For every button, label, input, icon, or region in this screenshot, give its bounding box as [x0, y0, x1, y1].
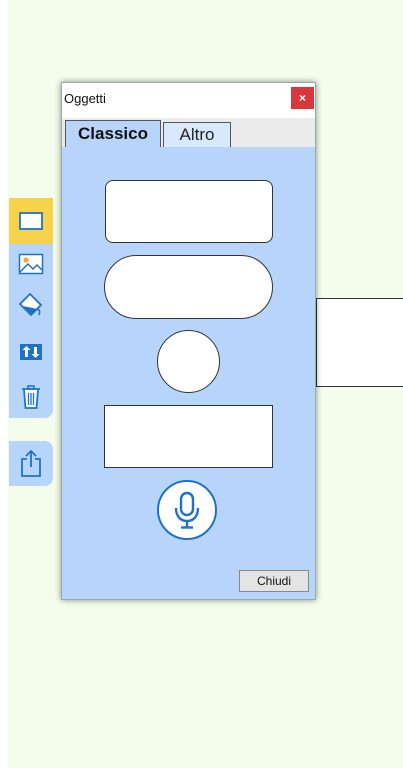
rounded-rectangle-shape[interactable]	[105, 180, 273, 243]
close-button[interactable]: ×	[291, 87, 314, 109]
left-toolbar	[9, 198, 53, 418]
chiudi-button[interactable]: Chiudi	[239, 570, 309, 592]
image-icon	[18, 253, 44, 275]
tab-altro-label: Altro	[179, 125, 215, 144]
trash-icon	[22, 385, 40, 409]
tool-delete[interactable]	[9, 378, 53, 416]
microphone-icon	[174, 491, 200, 529]
dialog-titlebar[interactable]: Oggetti ×	[62, 83, 315, 118]
rectangle-shape[interactable]	[104, 405, 273, 468]
close-icon: ×	[298, 91, 306, 105]
circle-shape[interactable]	[157, 330, 220, 393]
rectangle-icon	[19, 212, 43, 230]
tool-arrange[interactable]	[9, 333, 53, 371]
chiudi-label: Chiudi	[256, 574, 292, 588]
objects-dialog: Oggetti × Classico Altro Chiudi	[61, 82, 316, 600]
arrange-icon	[20, 344, 42, 360]
tool-export[interactable]	[9, 444, 53, 482]
tool-rectangle[interactable]	[9, 198, 53, 244]
tool-image[interactable]	[9, 245, 53, 283]
microphone-button[interactable]	[157, 480, 217, 540]
dialog-title: Oggetti	[64, 91, 106, 106]
tab-classico[interactable]: Classico	[65, 120, 161, 147]
pill-shape[interactable]	[104, 255, 273, 319]
tab-strip: Classico Altro	[62, 118, 315, 147]
tab-classico-label: Classico	[78, 124, 148, 143]
tool-fill-pen[interactable]	[9, 285, 53, 323]
fill-pen-icon	[18, 292, 43, 317]
export-toolbar	[9, 441, 53, 486]
canvas-rectangle-object[interactable]	[316, 298, 403, 387]
tab-altro[interactable]: Altro	[163, 122, 231, 147]
share-icon	[21, 449, 41, 477]
